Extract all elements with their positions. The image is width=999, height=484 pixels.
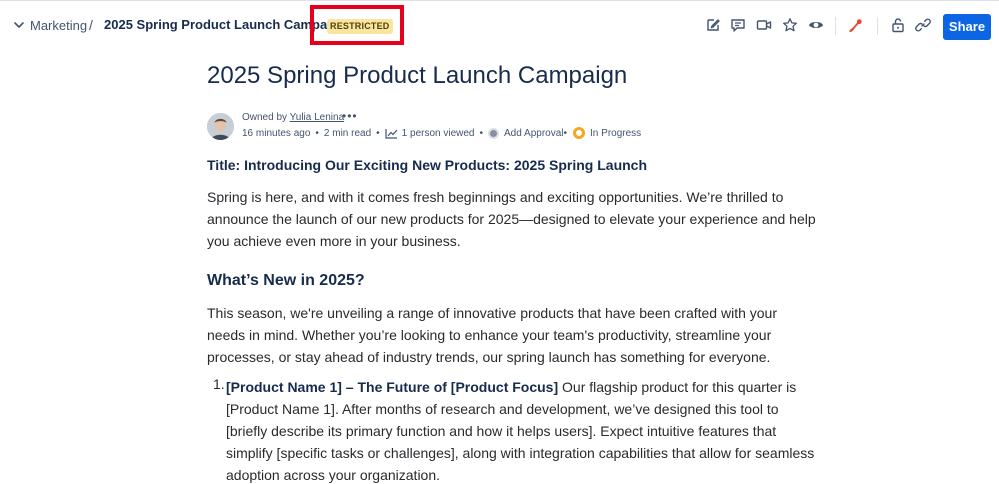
page-meta: 16 minutes ago • 2 min read • 1 person v… [242,127,642,139]
section-paragraph: This season, we're unveiling a range of … [207,305,778,365]
more-actions-icon[interactable]: ••• [342,109,358,123]
comment-icon[interactable] [730,17,746,33]
lock-icon[interactable] [890,17,906,33]
share-button[interactable]: Share [943,14,991,40]
restricted-badge[interactable]: RESTRICTED [327,19,393,34]
watch-icon[interactable] [808,17,824,33]
read-time: 2 min read [323,127,372,139]
viewers-count[interactable]: 1 person viewed [402,128,475,139]
list-item-title: [Product Name 1] – The Future of [Produc… [226,379,559,395]
analytics-icon[interactable] [385,128,398,139]
body-heading: Title: Introducing Our Exciting New Prod… [207,157,648,173]
top-divider [0,0,999,1]
list-item-number: 1. [213,376,225,392]
link-icon[interactable] [915,17,931,33]
avatar[interactable] [207,113,234,140]
owner-link[interactable]: Yulia Lenina [290,112,345,123]
status-badge[interactable]: In Progress [590,128,641,139]
video-icon[interactable] [756,17,772,33]
brush-icon[interactable] [848,17,864,33]
add-approval-link[interactable]: Add Approval [504,128,564,139]
chevron-down-icon[interactable] [12,18,26,32]
avatar-portrait-icon [207,113,234,140]
toolbar-divider [835,17,836,35]
breadcrumb-space[interactable]: Marketing [30,18,87,33]
status-icon [573,127,586,139]
owner-prefix: Owned by [242,112,288,123]
breadcrumb-separator: / [89,17,93,33]
updated-time: 16 minutes ago [242,127,311,139]
edit-icon[interactable] [705,17,721,33]
toolbar-divider [877,17,878,35]
star-icon[interactable] [782,17,798,33]
page-header: Marketing / 2025 Spring Product Launch C… [0,2,999,48]
approval-icon [488,127,500,139]
owner-line: Owned by Yulia Lenina [242,112,344,123]
intro-paragraph: Spring is here, and with it comes fresh … [207,189,816,249]
section-heading: What’s New in 2025? [207,272,365,289]
list-item: [Product Name 1] – The Future of [Produc… [226,376,818,484]
page-title: 2025 Spring Product Launch Campaign [207,62,628,89]
